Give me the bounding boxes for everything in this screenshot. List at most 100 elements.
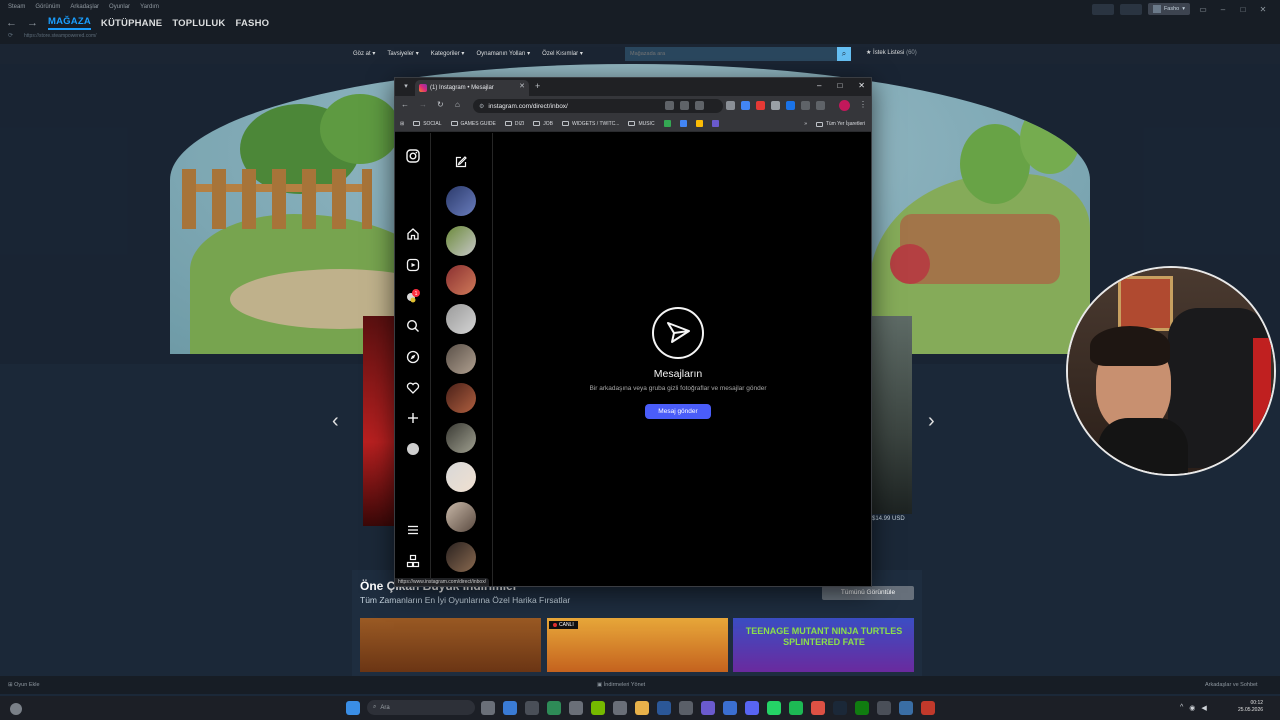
reels-icon[interactable] — [405, 258, 421, 274]
close-icon[interactable]: ✕ — [1256, 5, 1270, 14]
notepad-icon[interactable] — [657, 701, 671, 715]
view-all-button[interactable]: Tümünü Görüntüle — [822, 586, 914, 600]
tab-library[interactable]: KÜTÜPHANE — [101, 18, 162, 29]
user-menu[interactable]: Fasho ▾ — [1147, 3, 1190, 15]
close-icon[interactable]: ✕ — [519, 82, 525, 90]
store-menu-recommendations[interactable]: Tavsiyeler ▾ — [387, 50, 418, 57]
menu-steam[interactable]: Steam — [8, 4, 25, 10]
bookmark-icon[interactable] — [679, 120, 687, 127]
spotify-icon[interactable] — [789, 701, 803, 715]
extension-icon[interactable] — [741, 101, 750, 110]
create-plus-icon[interactable] — [405, 411, 421, 427]
app-icon[interactable] — [921, 701, 935, 715]
chrome-icon[interactable] — [811, 701, 825, 715]
bookmark-folder[interactable]: DIZI — [504, 121, 524, 127]
widgets-icon[interactable] — [503, 701, 517, 715]
site-info-icon[interactable]: ⚙ — [479, 103, 484, 110]
copilot-icon[interactable] — [701, 701, 715, 715]
game-capsule-left[interactable] — [363, 316, 395, 526]
send-message-button[interactable]: Mesaj gönder — [645, 404, 711, 419]
conversation-avatar[interactable] — [446, 462, 476, 492]
menu-friends[interactable]: Arkadaşlar — [70, 4, 99, 10]
profile-avatar[interactable] — [405, 442, 421, 458]
home-icon[interactable]: ⌂ — [455, 100, 460, 109]
profile-avatar[interactable] — [839, 100, 850, 111]
messages-icon[interactable]: 1 — [405, 288, 421, 304]
store-menu-special-sections[interactable]: Özel Kısımlar ▾ — [542, 50, 583, 57]
store-menu-categories[interactable]: Kategoriler ▾ — [431, 50, 465, 57]
bookmark-folder[interactable]: GAMES GUIDE — [450, 121, 496, 127]
taskbar-clock[interactable]: 00:12 25.05.2026 — [1238, 700, 1263, 714]
apps-grid-icon[interactable]: ⊞ — [400, 121, 404, 127]
app-icon[interactable] — [569, 701, 583, 715]
search-icon[interactable]: ⌕ — [837, 47, 851, 61]
explore-icon[interactable] — [405, 350, 421, 366]
conversation-avatar[interactable] — [446, 344, 476, 374]
carousel-prev-icon[interactable]: ‹ — [332, 410, 339, 433]
chatgpt-icon[interactable] — [679, 701, 693, 715]
xbox-icon[interactable] — [855, 701, 869, 715]
new-tab-icon[interactable]: + — [535, 81, 540, 91]
network-icon[interactable]: ◉ — [1189, 704, 1195, 712]
tab-search-icon[interactable]: ▾ — [400, 81, 412, 93]
calculator-icon[interactable] — [525, 701, 539, 715]
tab-profile[interactable]: FASHO — [236, 18, 270, 29]
close-icon[interactable]: ✕ — [858, 81, 865, 90]
windows-start-icon[interactable] — [346, 701, 360, 715]
file-explorer-icon[interactable] — [635, 701, 649, 715]
friends-chat-button[interactable]: Arkadaşlar ve Sohbet — [1205, 682, 1258, 688]
forward-icon[interactable]: → — [419, 100, 427, 109]
maximize-icon[interactable]: □ — [1236, 5, 1250, 14]
cast-icon[interactable] — [665, 101, 674, 110]
notification-bell-icon[interactable] — [1119, 3, 1142, 15]
compose-icon[interactable] — [454, 155, 468, 172]
conversation-avatar[interactable] — [446, 423, 476, 453]
tab-community[interactable]: TOPLULUK — [172, 18, 225, 29]
hamburger-menu-icon[interactable] — [405, 523, 421, 539]
menu-games[interactable]: Oyunlar — [109, 4, 130, 10]
search-icon[interactable] — [405, 319, 421, 335]
conversation-avatar[interactable] — [446, 304, 476, 334]
refresh-icon[interactable]: ⟳ — [8, 32, 13, 39]
more-menu-icon[interactable]: ⋮ — [859, 100, 867, 109]
app-icon[interactable] — [877, 701, 891, 715]
wishlist-link[interactable]: ★ İstek Listesi (60) — [866, 49, 917, 56]
store-menu-browse[interactable]: Göz at ▾ — [353, 50, 375, 57]
volume-icon[interactable]: ◀ — [1201, 704, 1206, 712]
bookmark-icon[interactable] — [711, 120, 719, 127]
conversation-avatar[interactable] — [446, 226, 476, 256]
home-icon[interactable] — [405, 227, 421, 243]
minimize-icon[interactable]: – — [1216, 5, 1230, 14]
settings-icon[interactable] — [613, 701, 627, 715]
browser-tab[interactable]: (1) Instagram • Mesajlar ✕ — [415, 80, 529, 96]
extension-icon[interactable] — [786, 101, 795, 110]
nvidia-icon[interactable] — [591, 701, 605, 715]
bookmark-icon[interactable] — [663, 120, 671, 127]
bookmark-folder[interactable]: JOB — [533, 121, 553, 127]
bookmark-folder[interactable]: SOCIAL — [413, 121, 442, 127]
minimize-icon[interactable]: – — [817, 81, 821, 90]
conversation-avatar[interactable] — [446, 502, 476, 532]
conversation-avatar[interactable] — [446, 383, 476, 413]
taskbar-search[interactable]: ⌕ Ara — [367, 700, 475, 715]
steam-icon[interactable] — [833, 701, 847, 715]
conversation-avatar[interactable] — [446, 542, 476, 572]
back-icon[interactable]: ← — [401, 100, 409, 109]
all-bookmarks[interactable]: » Tüm Yer İşaretleri — [804, 121, 865, 127]
carousel-next-icon[interactable]: › — [928, 410, 935, 433]
outlook-icon[interactable] — [723, 701, 737, 715]
bookmark-icon[interactable] — [695, 120, 703, 127]
downloads-button[interactable]: ▣ İndirmeleri Yönet — [597, 682, 645, 688]
menu-help[interactable]: Yardım — [140, 4, 159, 10]
discord-icon[interactable] — [745, 701, 759, 715]
task-view-icon[interactable] — [481, 701, 495, 715]
shield-icon[interactable] — [726, 101, 735, 110]
bookmark-folder[interactable]: MUSIC — [628, 121, 655, 127]
tab-store[interactable]: MAĞAZA — [48, 16, 91, 30]
big-picture-icon[interactable]: ▭ — [1196, 5, 1210, 14]
game-capsule-right[interactable] — [870, 316, 912, 514]
broadcast-icon[interactable] — [1091, 3, 1114, 15]
forward-arrow-icon[interactable]: → — [27, 17, 38, 29]
heart-icon[interactable] — [405, 381, 421, 397]
conversation-avatar[interactable] — [446, 186, 476, 216]
